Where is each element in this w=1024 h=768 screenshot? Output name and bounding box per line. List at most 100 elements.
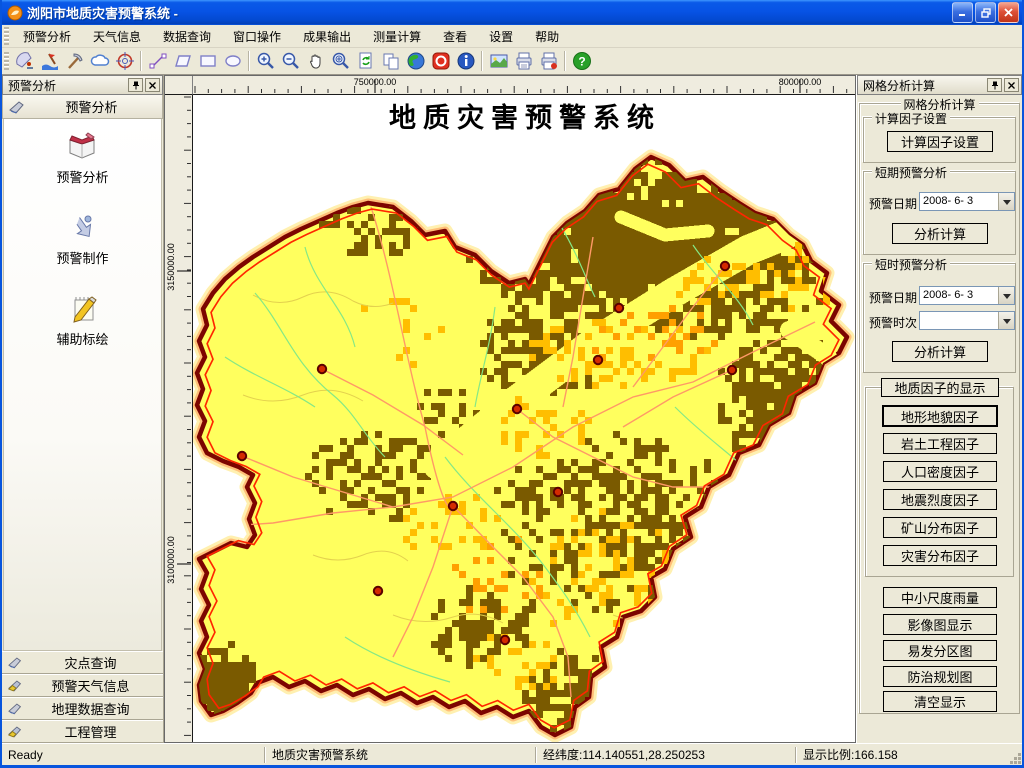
grid-analysis-panel: 网格分析计算 计算因子设置 计算因子设置 短期预警分析 预警日期 2008- 6… [857,95,1022,743]
brush-icon [8,702,24,715]
nav-item-warning-production[interactable]: 预警制作 [56,212,108,267]
ellipse-tool-icon [223,51,243,71]
menu-measure-calc[interactable]: 测量计算 [362,25,432,48]
minimize-button[interactable] [952,2,973,23]
polygon-tool-button[interactable] [170,49,195,73]
polygon-tool-icon [173,51,193,71]
close-button[interactable] [998,2,1019,23]
cloud-button[interactable] [87,49,112,73]
short-term-date-combo[interactable]: 2008- 6- 3 [919,192,1015,211]
menu-data-query[interactable]: 数据查询 [152,25,222,48]
short-time-analyze-button[interactable]: 分析计算 [892,341,988,362]
copy-layers-icon [381,51,401,71]
print-button[interactable] [511,49,536,73]
pin-icon [991,81,999,90]
nav-item-auxiliary-plotting[interactable]: 辅助标绘 [56,293,108,348]
bar-warning-weather-info[interactable]: 预警天气信息 [2,674,163,697]
print-icon [514,51,534,71]
left-panel-header[interactable]: 预警分析 [2,95,163,119]
dropdown-arrow-icon[interactable] [998,193,1014,210]
print-preview-button[interactable] [536,49,561,73]
line-tool-button[interactable] [145,49,170,73]
satellite-dish-button[interactable] [12,49,37,73]
refresh-view-button[interactable] [353,49,378,73]
short-time-date-label: 预警日期 [869,289,917,306]
globe-button[interactable] [403,49,428,73]
left-panel-close-button[interactable] [145,78,160,92]
mine-factor-button[interactable]: 矿山分布因子 [883,517,997,538]
survey-flag-button[interactable] [37,49,62,73]
resize-grip[interactable] [1006,749,1022,765]
left-panel-pin-button[interactable] [128,78,143,92]
main-area: 预警分析 预警分析 预警分析 [2,75,1022,743]
left-panel-title: 预警分析 [8,77,126,94]
nav-item-label: 预警分析 [56,167,108,186]
short-time-hour-combo[interactable] [919,311,1015,330]
target-icon [115,51,135,71]
right-panel-pin-button[interactable] [987,78,1002,92]
menu-warning-analysis[interactable]: 预警分析 [12,25,82,48]
geotech-factor-button[interactable]: 岩土工程因子 [883,433,997,454]
factor-settings-button[interactable]: 计算因子设置 [887,131,993,152]
nav-item-warning-analysis[interactable]: 预警分析 [56,131,108,186]
toolbar-grip[interactable] [4,52,9,70]
short-term-legend: 短期预警分析 [872,164,950,181]
dropdown-arrow-icon[interactable] [998,312,1014,329]
menu-weather-info[interactable]: 天气信息 [82,25,152,48]
bar-disaster-point-query[interactable]: 灾点查询 [2,651,163,674]
right-panel: 网格分析计算 网格分析计算 计算因子设置 计算因子设置 短期预警分析 预警日期 … [856,75,1022,743]
population-factor-button[interactable]: 人口密度因子 [883,461,997,482]
stop-button[interactable] [428,49,453,73]
zoom-extent-button[interactable] [328,49,353,73]
line-tool-icon [148,51,168,71]
short-time-legend: 短时预警分析 [872,256,950,273]
target-button[interactable] [112,49,137,73]
menu-window-ops[interactable]: 窗口操作 [222,25,292,48]
dropdown-arrow-icon[interactable] [998,287,1014,304]
geo-factors-legend-button[interactable]: 地质因子的显示 [881,378,999,397]
status-display-scale: 显示比例:166.158 [797,744,987,765]
info-button[interactable] [453,49,478,73]
clear-display-button[interactable]: 清空显示 [883,691,997,712]
short-term-analyze-button[interactable]: 分析计算 [892,223,988,244]
rectangle-tool-button[interactable] [195,49,220,73]
svg-text:3150000.00: 3150000.00 [166,243,176,291]
menu-view[interactable]: 查看 [432,25,478,48]
zoom-out-button[interactable] [278,49,303,73]
map-canvas[interactable]: 地质灾害预警系统 [193,95,855,742]
imagery-display-button[interactable]: 影像图显示 [883,614,997,635]
restore-button[interactable] [975,2,996,23]
left-panel-items: 预警分析 预警制作 辅助标绘 [3,119,162,651]
toolbar-separator [564,51,566,71]
region-map[interactable]: 地质灾害预警系统 [193,95,855,742]
disaster-factor-button[interactable]: 灾害分布因子 [883,545,997,566]
meso-rainfall-button[interactable]: 中小尺度雨量 [883,587,997,608]
ruler-corner [165,76,193,95]
left-panel-titlebar: 预警分析 [2,75,163,95]
bar-project-management[interactable]: 工程管理 [2,720,163,743]
right-panel-close-button[interactable] [1004,78,1019,92]
zoom-in-button[interactable] [253,49,278,73]
menu-results-output[interactable]: 成果输出 [292,25,362,48]
status-ready: Ready [2,744,264,765]
prevention-plan-button[interactable]: 防治规划图 [883,666,997,687]
menu-help[interactable]: 帮助 [524,25,570,48]
pan-hand-button[interactable] [303,49,328,73]
seismic-factor-button[interactable]: 地震烈度因子 [883,489,997,510]
short-time-date-combo[interactable]: 2008- 6- 3 [919,286,1015,305]
bar-geographic-data-query[interactable]: 地理数据查询 [2,697,163,720]
menu-grip[interactable] [4,27,9,45]
toolbar: ? [2,48,1022,75]
auxiliary-plotting-icon [65,293,99,325]
left-panel-header-label: 预警分析 [27,97,156,116]
refresh-view-icon [356,51,376,71]
ellipse-tool-button[interactable] [220,49,245,73]
image-view-button[interactable] [486,49,511,73]
susceptibility-map-button[interactable]: 易发分区图 [883,640,997,661]
copy-layers-button[interactable] [378,49,403,73]
geology-pick-button[interactable] [62,49,87,73]
terrain-factor-button[interactable]: 地形地貌因子 [882,405,998,427]
toolbar-separator [248,51,250,71]
help-button[interactable]: ? [569,49,594,73]
menu-settings[interactable]: 设置 [478,25,524,48]
